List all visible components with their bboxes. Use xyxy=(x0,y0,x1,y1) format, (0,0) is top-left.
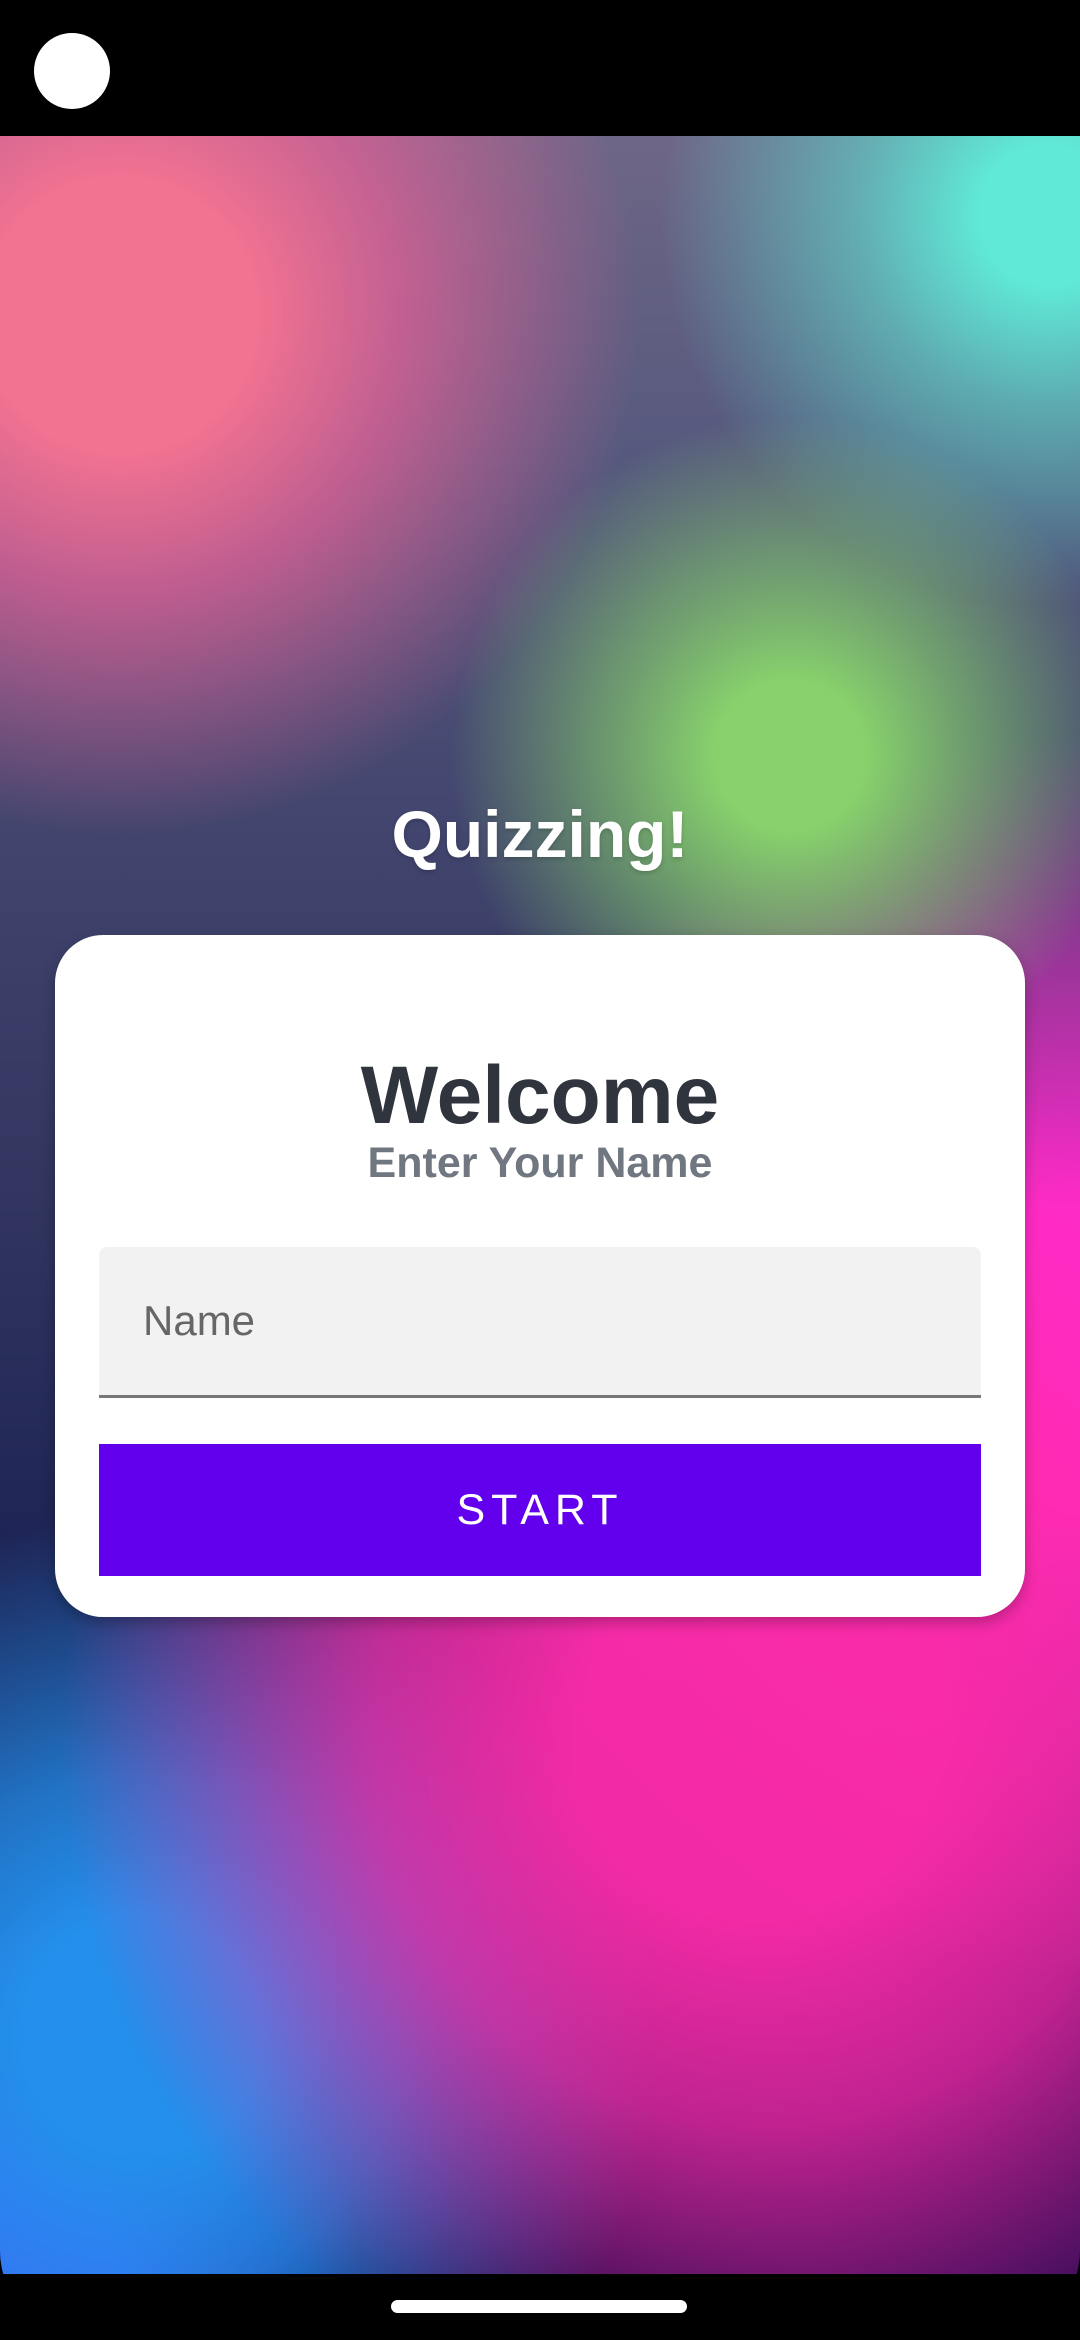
status-bar xyxy=(0,0,1080,136)
app-title: Quizzing! xyxy=(391,797,689,871)
welcome-heading: Welcome xyxy=(360,1049,720,1141)
home-indicator-icon[interactable] xyxy=(391,2300,687,2313)
name-input[interactable] xyxy=(99,1247,981,1395)
name-prompt: Enter Your Name xyxy=(367,1139,713,1187)
navigation-bar xyxy=(0,2274,1080,2340)
name-field[interactable] xyxy=(99,1247,981,1398)
start-button[interactable]: START xyxy=(99,1444,981,1576)
welcome-card: Welcome Enter Your Name START xyxy=(55,935,1025,1617)
phone-screen: Quizzing! Welcome Enter Your Name START xyxy=(0,0,1080,2340)
quiz-welcome-screen: Quizzing! Welcome Enter Your Name START xyxy=(0,136,1080,2274)
camera-cutout-icon xyxy=(34,33,110,109)
